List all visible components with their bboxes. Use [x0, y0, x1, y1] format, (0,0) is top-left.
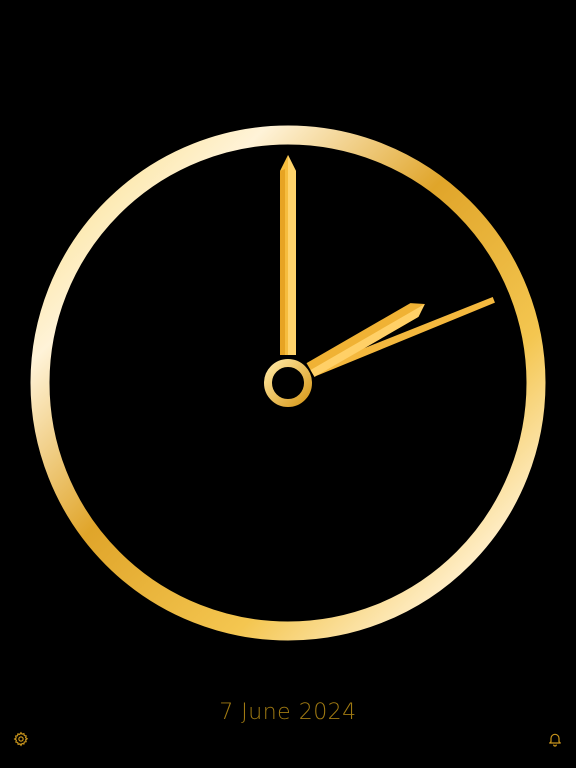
- minute-hand: [280, 155, 296, 355]
- analog-clock: [30, 125, 546, 641]
- bell-icon: [547, 731, 563, 752]
- clock-center-hub: [264, 359, 312, 407]
- settings-button[interactable]: [9, 729, 33, 753]
- clock-screen: 7 June 2024: [0, 0, 576, 768]
- alarm-button[interactable]: [543, 729, 567, 753]
- date-label: 7 June 2024: [219, 700, 357, 725]
- gear-icon: [13, 731, 29, 752]
